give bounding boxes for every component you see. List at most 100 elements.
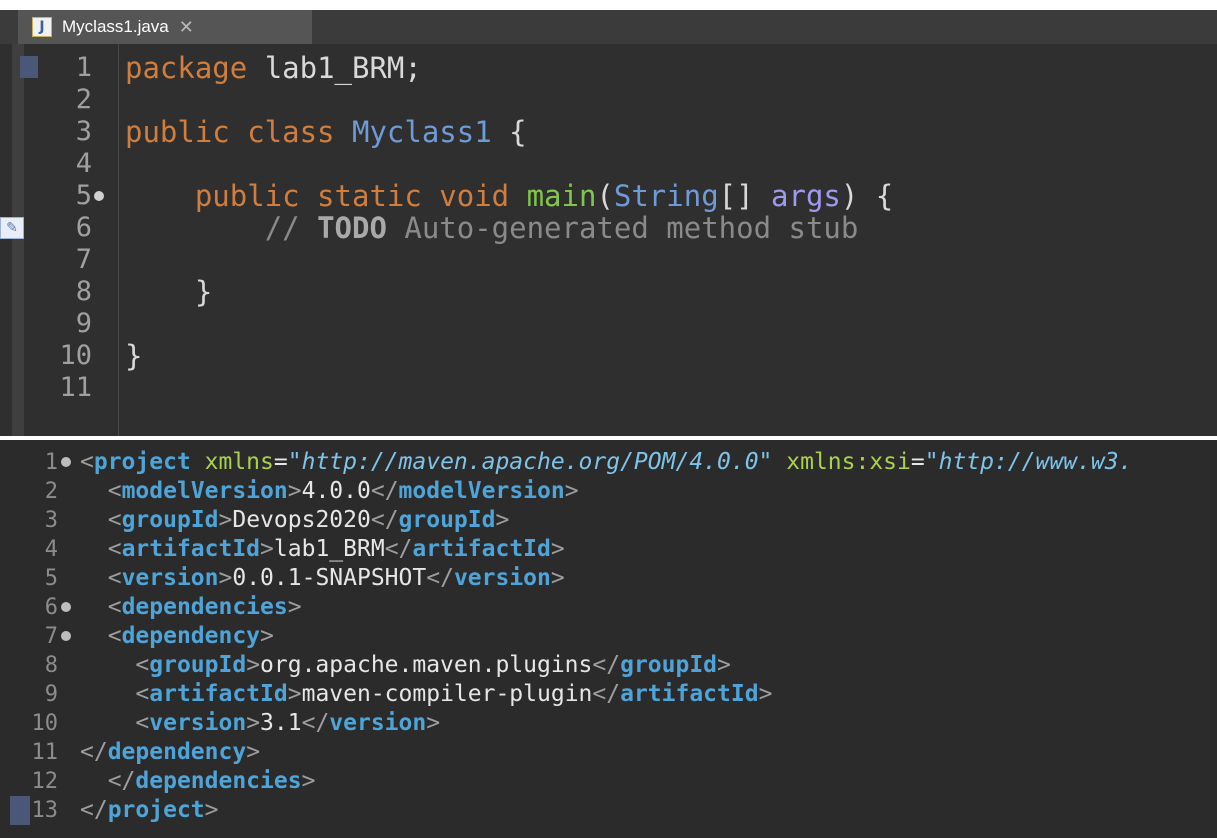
xml-token: modelVersion (121, 478, 288, 504)
xml-token: > (564, 478, 579, 504)
line-number: 8 (44, 653, 58, 678)
code-token: package (125, 51, 265, 85)
xml-token: > (246, 652, 261, 678)
xml-token: > (246, 710, 261, 736)
xml-token: 3.1 (260, 710, 302, 736)
xml-token (80, 681, 135, 707)
xml-token: < (107, 623, 122, 649)
xml-token: groupId (620, 652, 718, 678)
xml-code-text[interactable]: <version>0.0.1-SNAPSHOT</version> (80, 564, 565, 593)
xml-token (80, 594, 108, 620)
line-number: 10 (31, 711, 59, 736)
xml-token: dependency (121, 623, 261, 649)
xml-code-text[interactable]: <modelVersion>4.0.0</modelVersion> (80, 477, 579, 506)
xml-code-text[interactable]: </dependencies> (80, 767, 316, 796)
line-number: 1 (44, 450, 58, 475)
code-line: } (125, 340, 142, 372)
code-token: String (613, 179, 719, 213)
line-number: 3 (44, 508, 58, 533)
xml-code-text[interactable]: </project> (80, 796, 219, 825)
xml-token: version (329, 710, 427, 736)
xml-token (80, 768, 108, 794)
xml-token: > (717, 652, 731, 678)
fold-toggle-icon[interactable] (61, 457, 71, 467)
xml-code-text[interactable]: <groupId>Devops2020</groupId> (80, 506, 510, 535)
xml-token: > (495, 507, 510, 533)
editor-tab-myclass1[interactable]: J Myclass1.java ✕ (18, 10, 312, 44)
xml-token (80, 478, 108, 504)
xml-code-text[interactable]: <dependencies> (80, 593, 302, 622)
xml-line: 2 <modelVersion>4.0.0</modelVersion> (0, 477, 1217, 506)
xml-token: 4.0.0 (301, 478, 371, 504)
close-icon[interactable]: ✕ (179, 17, 194, 38)
task-marker-icon[interactable]: ✎ (0, 217, 24, 239)
xml-line: 4 <artifactId>lab1_BRM</artifactId> (0, 535, 1217, 564)
xml-token: </ (592, 681, 621, 707)
xml-token: </ (384, 536, 413, 562)
line-number: 5 (75, 180, 92, 211)
xml-token: xmlns:xsi (772, 449, 911, 475)
xml-token (80, 623, 108, 649)
line-number: 12 (31, 769, 59, 794)
line-number: 2 (75, 84, 92, 115)
xml-token: < (107, 536, 122, 562)
xml-token: > (260, 623, 274, 649)
line-number: 3 (75, 116, 92, 147)
line-number: 1 (75, 52, 92, 83)
xml-token: dependencies (135, 768, 302, 794)
java-code-text[interactable]: package lab1_BRM; public class Myclass1 {… (118, 44, 1217, 436)
xml-token: artifactId (121, 536, 261, 562)
xml-token: dependency (107, 739, 247, 765)
xml-token: > (287, 681, 302, 707)
line-number: 9 (75, 308, 92, 339)
fold-toggle-icon[interactable] (61, 602, 71, 612)
xml-token (80, 536, 108, 562)
java-file-icon: J (32, 17, 52, 37)
xml-code-text[interactable]: <groupId>org.apache.maven.plugins</group… (80, 651, 731, 680)
code-token: main (526, 179, 597, 213)
xml-editor-pane[interactable]: 1 <project xmlns="http://maven.apache.org… (0, 440, 1217, 838)
xml-code-text[interactable]: <artifactId>lab1_BRM</artifactId> (80, 535, 565, 564)
xml-token: lab1_BRM (273, 536, 385, 562)
xml-token: version (453, 565, 551, 591)
xml-code-text[interactable]: <dependency> (80, 622, 274, 651)
xml-line: 3 <groupId>Devops2020</groupId> (0, 506, 1217, 535)
xml-token: > (246, 739, 261, 765)
xml-token: > (426, 710, 441, 736)
xml-code-text[interactable]: </dependency> (80, 738, 260, 767)
fold-toggle-icon[interactable] (94, 191, 104, 201)
xml-token: groupId (121, 507, 219, 533)
xml-token: > (260, 536, 274, 562)
xml-token: </ (80, 797, 108, 823)
xml-token: > (218, 565, 233, 591)
line-number: 10 (59, 340, 92, 371)
java-editor-pane[interactable]: J Myclass1.java ✕ package lab1_BRM; publi… (0, 0, 1217, 436)
xml-line: 11 </dependency> (0, 738, 1217, 767)
code-token: ) { (840, 179, 894, 213)
xml-token (80, 710, 135, 736)
code-line: } (125, 276, 212, 308)
xml-token: </ (592, 652, 621, 678)
line-number: 13 (31, 798, 59, 823)
xml-code-text[interactable]: <artifactId>maven-compiler-plugin</artif… (80, 680, 772, 709)
xml-code-text[interactable]: <project xmlns="http://maven.apache.org/… (80, 448, 1132, 477)
xml-token: Devops2020 (232, 507, 371, 533)
xml-token (80, 652, 135, 678)
xml-token: "http://www.w3. (924, 449, 1133, 475)
java-code-area[interactable]: package lab1_BRM; public class Myclass1 {… (0, 44, 1217, 436)
xml-token: maven-compiler-plugin (301, 681, 593, 707)
code-token: } (125, 275, 213, 309)
xml-line: 10 <version>3.1</version> (0, 709, 1217, 738)
xml-token: artifactId (620, 681, 759, 707)
code-token: lab1_BRM; (264, 51, 422, 85)
xml-line: 7 <dependency> (0, 622, 1217, 651)
xml-token: > (287, 478, 302, 504)
xml-line: 13 </project> (0, 796, 1217, 825)
xml-token: project (93, 449, 191, 475)
xml-token: > (758, 681, 773, 707)
xml-code-text[interactable]: <version>3.1</version> (80, 709, 440, 738)
fold-toggle-icon[interactable] (61, 631, 71, 641)
code-token: } (125, 339, 143, 373)
xml-line: 8 <groupId>org.apache.maven.plugins</gro… (0, 651, 1217, 680)
line-number: 5 (44, 566, 58, 591)
